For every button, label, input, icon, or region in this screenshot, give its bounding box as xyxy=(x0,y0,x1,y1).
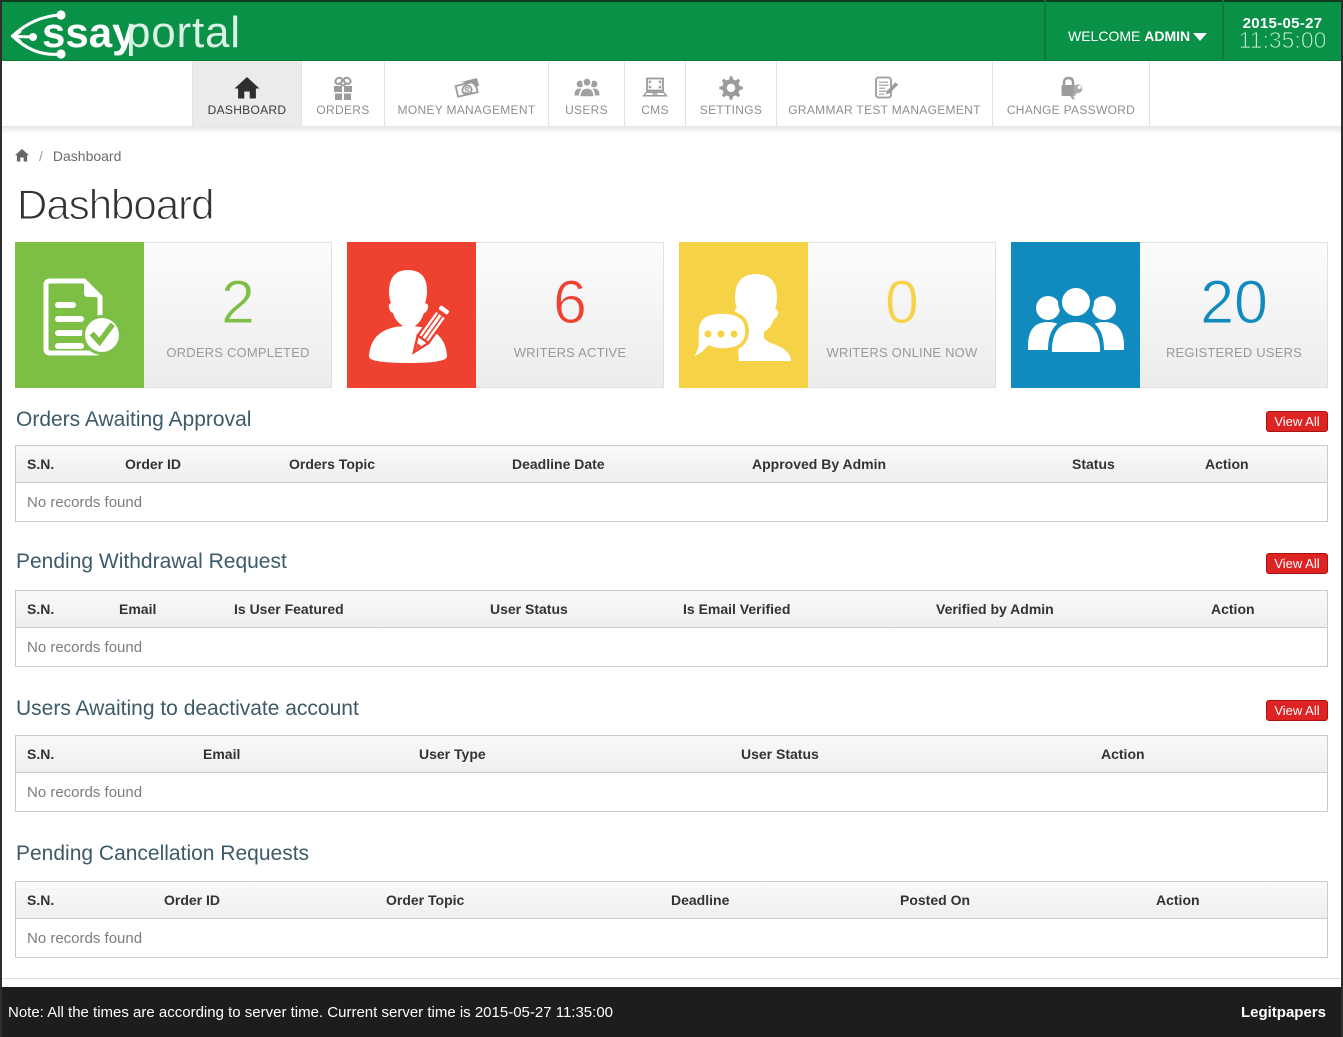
svg-text:$: $ xyxy=(464,86,470,97)
svg-text:portal: portal xyxy=(126,8,241,57)
svg-text:ssay: ssay xyxy=(42,9,136,56)
